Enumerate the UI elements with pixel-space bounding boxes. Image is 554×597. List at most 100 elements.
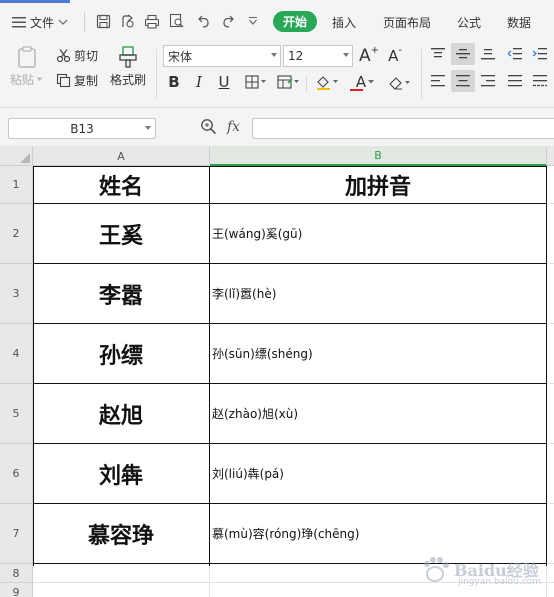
clear-format-button[interactable] [385,71,415,93]
align-left-button[interactable] [426,70,450,92]
empty-cell[interactable] [547,384,554,444]
row-header[interactable]: 9 [0,583,33,597]
grow-font-button[interactable]: A + [358,45,380,67]
row-header[interactable]: 5 [0,384,33,444]
tab-insert[interactable]: 插入 [332,14,356,31]
ribbon-separator [421,49,422,99]
pinyin-cell[interactable]: 刘(liú)犇(pá) [210,444,547,504]
align-center-button[interactable] [451,70,475,92]
redo-button[interactable] [219,12,237,30]
underline-button[interactable]: U [213,71,235,93]
row-header[interactable]: 2 [0,204,33,264]
watermark-subtext: jingyan.baidu.com [458,577,542,587]
print-preview-button[interactable] [168,12,186,30]
print-preview-icon [169,13,184,28]
empty-cell[interactable] [547,504,554,564]
row-header[interactable]: 1 [0,166,33,204]
menu-bar: 文件 开始 插入 页面布局 公式 数据 [0,0,554,43]
border-grid-icon [245,75,266,89]
column-header-c[interactable] [547,146,554,166]
pinyin-cell[interactable]: 王(wáng)奚(gū) [210,204,547,264]
cut-button[interactable]: 剪切 [56,47,98,64]
insert-function-button[interactable]: fx [227,119,240,135]
pinyin-cell[interactable]: 孙(sūn)缥(shéng) [210,324,547,384]
fill-color-button[interactable] [312,71,342,93]
empty-cell[interactable] [33,564,210,583]
paint-bucket-icon [317,76,338,90]
accent-strip [0,0,70,3]
align-center-icon [456,75,470,87]
paste-button[interactable]: 粘贴 [10,45,43,88]
decrease-indent-button[interactable] [503,43,527,65]
shrink-font-button[interactable]: A- [384,45,406,67]
cell-style-icon [277,75,299,89]
borders-button[interactable] [242,71,270,93]
tab-data[interactable]: 数据 [507,14,531,31]
font-color-swatch [350,89,363,91]
name-cell[interactable]: 慕容琤 [33,504,210,564]
distributed-align-button[interactable] [528,70,552,92]
align-middle-button[interactable] [451,43,475,65]
row-header[interactable]: 7 [0,504,33,564]
tab-home-label: 开始 [282,15,307,29]
justify-button[interactable] [503,70,527,92]
select-all-corner[interactable] [0,146,33,166]
row-header[interactable]: 3 [0,264,33,324]
fill-style-button[interactable] [274,71,304,93]
empty-cell[interactable] [547,204,554,264]
align-right-button[interactable] [476,70,500,92]
name-cell[interactable]: 孙缥 [33,324,210,384]
empty-cell[interactable] [33,583,210,597]
font-size-select[interactable]: 12 [283,45,353,67]
empty-cell[interactable] [547,324,554,384]
zoom-icon[interactable] [200,118,217,135]
header-cell-name[interactable]: 姓名 [33,166,210,204]
name-box-value: B13 [70,121,94,136]
column-header-b[interactable]: B [210,146,547,166]
pinyin-cell[interactable]: 赵(zhào)旭(xù) [210,384,547,444]
pinyin-cell[interactable]: 李(lǐ)嚣(hè) [210,264,547,324]
row-header[interactable]: 8 [0,564,33,583]
empty-cell[interactable] [547,166,554,204]
empty-cell[interactable] [547,564,554,583]
italic-letter: I [196,73,202,91]
chevron-down-icon [145,126,151,130]
name-cell[interactable]: 刘犇 [33,444,210,504]
formula-input[interactable] [252,118,554,139]
format-painter-button[interactable]: 格式刷 [110,45,146,88]
font-name-select[interactable]: 宋体 [163,45,281,67]
baidu-watermark: Baidu经验 jingyan.baidu.com [420,555,541,587]
row-header[interactable]: 4 [0,324,33,384]
printer-icon [144,14,160,29]
align-bottom-button[interactable] [476,43,500,65]
print-button[interactable] [143,12,161,30]
header-cell-pinyin[interactable]: 加拼音 [210,166,547,204]
copy-button[interactable]: 复制 [56,72,98,89]
name-cell[interactable]: 赵旭 [33,384,210,444]
font-color-button[interactable]: A [346,71,376,93]
underline-letter: U [218,73,230,91]
tab-page-layout[interactable]: 页面布局 [383,14,431,31]
tab-formulas[interactable]: 公式 [457,14,481,31]
empty-cell[interactable] [547,583,554,597]
file-menu[interactable]: 文件 [12,13,68,31]
save-button[interactable] [94,12,112,30]
empty-cell[interactable] [547,444,554,504]
name-cell[interactable]: 王奚 [33,204,210,264]
bold-button[interactable]: B [163,71,185,93]
tab-home[interactable]: 开始 [273,11,317,32]
copy-label: 复制 [74,74,99,88]
ribbon-separator [306,75,307,93]
customize-toolbar-button[interactable] [244,12,262,30]
export-button[interactable] [118,12,136,30]
empty-cell[interactable] [547,264,554,324]
align-left-icon [431,75,445,87]
increase-indent-button[interactable] [528,43,552,65]
undo-button[interactable] [194,12,212,30]
align-top-button[interactable] [426,43,450,65]
column-header-a[interactable]: A [33,146,210,166]
name-cell[interactable]: 李嚣 [33,264,210,324]
italic-button[interactable]: I [188,71,210,93]
row-header[interactable]: 6 [0,444,33,504]
name-box[interactable]: B13 [8,118,156,139]
